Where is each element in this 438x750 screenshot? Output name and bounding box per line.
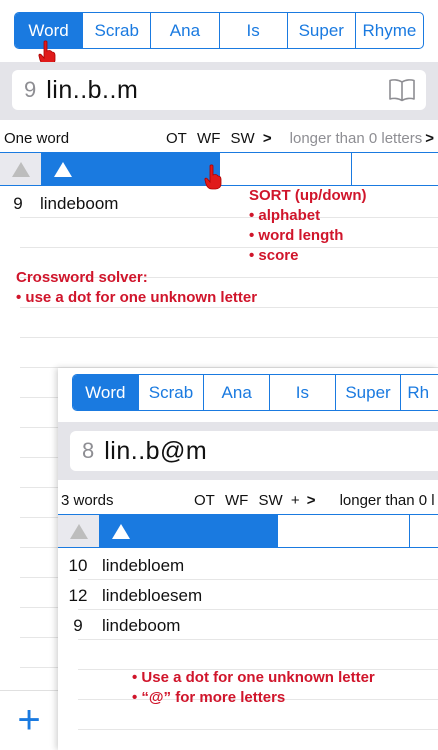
pointing-hand-icon	[204, 164, 222, 190]
tab-rhyme[interactable]: Rhyme	[354, 13, 423, 48]
chevron-right-icon[interactable]: >	[425, 130, 434, 147]
inset-match-count: 8	[82, 438, 95, 463]
table-row[interactable]: 12 lindebloesem	[62, 584, 203, 608]
inset-tab-is[interactable]: Is	[269, 375, 335, 410]
word-count: One word	[4, 129, 70, 147]
triangle-up-icon	[69, 523, 88, 539]
inset-sort-row	[58, 514, 438, 548]
crossword-annotation-title: Crossword solver:	[16, 269, 148, 286]
inset-word-lists[interactable]: OT WF SW + >	[194, 492, 322, 509]
separator	[20, 368, 58, 398]
word-score: 9	[73, 616, 83, 635]
separator	[20, 218, 438, 248]
separator	[20, 608, 58, 638]
word-lists[interactable]: OT WF SW >	[166, 130, 278, 147]
sort-score-button[interactable]	[352, 153, 438, 185]
list-sw[interactable]: SW	[231, 130, 255, 147]
inset-tab-word[interactable]: Word	[73, 375, 138, 410]
separator	[20, 638, 58, 668]
add-button[interactable]: +	[0, 690, 58, 750]
chevron-right-icon[interactable]: >	[307, 492, 316, 509]
sort-annotation-score: • score	[249, 247, 299, 264]
separator	[20, 578, 58, 608]
crossword-annotation-dot: • use a dot for one unknown letter	[16, 289, 258, 306]
list-ot[interactable]: OT	[166, 130, 187, 147]
separator	[20, 308, 438, 338]
inset-tab-super[interactable]: Super	[334, 375, 401, 410]
match-count: 9	[24, 77, 37, 102]
main-tab-bar: Word Scrab Ana Is Super Rhyme	[14, 12, 424, 49]
inset-word-count: 3 words	[61, 491, 114, 509]
tab-is[interactable]: Is	[218, 13, 287, 48]
sort-alphabet-button[interactable]	[42, 153, 220, 185]
tab-ana[interactable]: Ana	[150, 13, 218, 48]
inset-length-filter[interactable]: longer than 0 l	[340, 492, 435, 509]
triangle-up-icon	[11, 161, 30, 177]
search-query: lin..b..m	[46, 75, 139, 104]
inset-plus-icon: +	[290, 491, 300, 509]
separator	[20, 548, 58, 578]
sort-length-button[interactable]	[220, 153, 352, 185]
length-filter[interactable]: longer than 0 letters	[290, 130, 423, 147]
inset-info-row: 3 words OT WF SW + > longer than 0 l	[61, 486, 438, 514]
inset-sort-length-button[interactable]	[278, 515, 410, 547]
inset-sort-number-button[interactable]	[58, 515, 100, 547]
separator	[20, 428, 58, 458]
sort-annotation-title: SORT (up/down)	[249, 187, 367, 204]
separator	[20, 398, 58, 428]
info-row: One word OT WF SW > longer than 0 letter…	[4, 124, 434, 152]
search-field[interactable]: 9 lin..b..m	[12, 70, 426, 110]
sort-annotation: SORT (up/down) • alphabet • word length …	[249, 186, 366, 266]
separator	[20, 518, 58, 548]
inset-tab-ana[interactable]: Ana	[203, 375, 269, 410]
tab-super[interactable]: Super	[286, 13, 355, 48]
table-row[interactable]: 10 lindebloem	[62, 554, 185, 578]
wildcard-annotation-dot: • Use a dot for one unknown letter	[132, 669, 375, 686]
inset-tab-bar: Word Scrab Ana Is Super Rh	[72, 374, 438, 411]
list-separators-left	[20, 368, 58, 668]
word-score: 12	[68, 586, 88, 605]
inset-sort-alphabet-button[interactable]	[100, 515, 278, 547]
inset-list-ot[interactable]: OT	[194, 492, 215, 509]
inset-search-query: lin..b@m	[104, 436, 208, 465]
separator	[78, 640, 438, 670]
inset-list-separators	[78, 550, 438, 750]
separator	[20, 338, 438, 368]
inset-tab-scrab[interactable]: Scrab	[137, 375, 204, 410]
word-score: 10	[68, 556, 88, 575]
crossword-annotation: Crossword solver: • use a dot for one un…	[16, 268, 257, 308]
table-row[interactable]: 9 lindeboom	[62, 614, 180, 638]
inset-search-field[interactable]: 8 lin..b@m	[70, 431, 438, 471]
separator	[78, 730, 438, 750]
wildcard-annotation: • Use a dot for one unknown letter • “@”…	[132, 668, 375, 708]
book-icon[interactable]	[388, 78, 416, 104]
tab-scrab[interactable]: Scrab	[82, 13, 150, 48]
sort-number-button[interactable]	[0, 153, 42, 185]
triangle-up-icon	[54, 161, 72, 177]
separator	[20, 488, 58, 518]
inset-list-wf[interactable]: WF	[225, 492, 248, 509]
chevron-right-icon[interactable]: >	[263, 130, 272, 147]
word-text: lindebloem	[102, 556, 185, 575]
sort-annotation-length: • word length	[249, 227, 344, 244]
separator	[20, 188, 438, 218]
inset-list-sw[interactable]: SW	[259, 492, 283, 509]
word-text: lindeboom	[102, 616, 181, 635]
sort-annotation-alphabet: • alphabet	[249, 207, 321, 224]
inset-sort-score-button[interactable]	[410, 515, 438, 547]
inset-tab-rhyme[interactable]: Rh	[400, 375, 438, 410]
separator	[20, 458, 58, 488]
triangle-up-icon	[112, 523, 130, 539]
word-text: lindebloesem	[102, 586, 203, 605]
list-wf[interactable]: WF	[197, 130, 220, 147]
wildcard-annotation-at: • “@” for more letters	[132, 689, 286, 706]
inset-screenshot: Word Scrab Ana Is Super Rh 8 lin..b@m 3 …	[58, 368, 438, 750]
